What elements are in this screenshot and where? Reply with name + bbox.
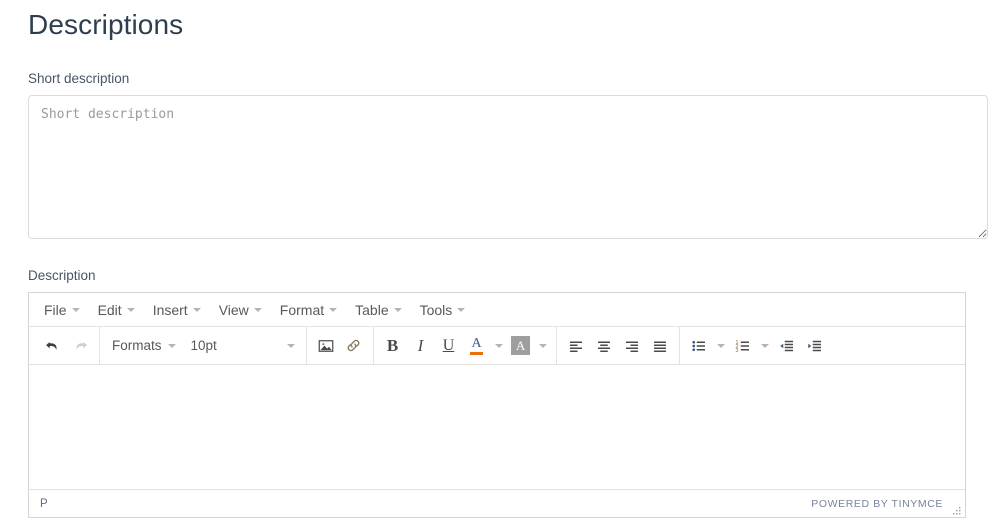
align-left-icon	[569, 341, 582, 352]
align-right-button[interactable]	[618, 332, 646, 359]
toolbar-group-alignment	[557, 327, 679, 364]
text-color-icon: A	[470, 335, 484, 355]
bullet-list-icon	[691, 340, 705, 351]
italic-button[interactable]: I	[407, 332, 435, 359]
bullet-list-button[interactable]	[685, 332, 713, 359]
menu-table[interactable]: Table	[346, 298, 410, 322]
insert-image-button[interactable]	[312, 332, 340, 359]
bold-icon: B	[386, 335, 399, 355]
fontsize-select[interactable]: 10pt	[183, 334, 301, 358]
image-icon	[318, 339, 333, 352]
toolbar-group-lists: 1 2 3	[680, 327, 834, 364]
tinymce-branding[interactable]: POWERED BY TINYMCE	[811, 498, 943, 510]
italic-icon: I	[417, 335, 424, 355]
forecolor-button[interactable]: A	[463, 332, 491, 359]
chevron-down-icon	[538, 343, 547, 348]
toolbar-group-text-style: B I U A A	[374, 327, 556, 364]
link-icon	[347, 339, 360, 352]
editor-menubar: File Edit Insert View Format Table Tools	[29, 293, 965, 327]
align-right-icon	[625, 341, 638, 352]
chevron-down-icon	[167, 343, 176, 348]
align-center-icon	[597, 341, 610, 352]
descriptions-page: Descriptions Short description Descripti…	[0, 0, 990, 522]
numbered-list-button[interactable]: 1 2 3	[729, 332, 757, 359]
menu-tools[interactable]: Tools	[411, 298, 475, 322]
menu-insert-label: Insert	[152, 301, 188, 318]
editor-statusbar: P POWERED BY TINYMCE	[29, 489, 965, 517]
page-title: Descriptions	[28, 9, 184, 40]
align-center-button[interactable]	[590, 332, 618, 359]
chevron-down-icon	[286, 343, 295, 348]
description-label: Description	[28, 268, 96, 283]
menu-tools-label: Tools	[419, 301, 453, 318]
numbered-list-dropdown[interactable]	[757, 332, 773, 359]
underline-icon: U	[442, 336, 455, 354]
chevron-down-icon	[192, 307, 201, 312]
outdent-icon	[779, 340, 793, 351]
short-description-input[interactable]	[28, 95, 988, 239]
underline-button[interactable]: U	[435, 332, 463, 359]
menu-edit[interactable]: Edit	[89, 298, 144, 322]
toolbar-group-format-select: Formats 10pt	[100, 327, 306, 364]
menu-view-label: View	[218, 301, 249, 318]
backcolor-dropdown[interactable]	[535, 332, 551, 359]
menu-insert[interactable]: Insert	[144, 298, 210, 322]
toolbar-group-insert	[307, 327, 373, 364]
bold-button[interactable]: B	[379, 332, 407, 359]
backcolor-button[interactable]: A	[507, 332, 535, 359]
outdent-button[interactable]	[773, 332, 801, 359]
menu-format[interactable]: Format	[271, 298, 346, 322]
menu-file[interactable]: File	[35, 298, 89, 322]
forecolor-dropdown[interactable]	[491, 332, 507, 359]
forecolor-letter: A	[471, 335, 482, 351]
editor-content-area[interactable]	[29, 365, 965, 489]
chevron-down-icon	[393, 307, 402, 312]
tinymce-editor: File Edit Insert View Format Table Tools…	[28, 292, 966, 518]
fontsize-value: 10pt	[190, 337, 217, 353]
menu-table-label: Table	[355, 301, 389, 318]
chevron-down-icon	[494, 343, 503, 348]
chevron-down-icon	[760, 343, 769, 348]
background-color-icon: A	[511, 336, 531, 355]
chevron-down-icon	[126, 307, 135, 312]
toolbar-group-history	[33, 327, 99, 364]
chevron-down-icon	[329, 307, 338, 312]
menu-view[interactable]: View	[210, 298, 271, 322]
align-left-button[interactable]	[562, 332, 590, 359]
chevron-down-icon	[253, 307, 262, 312]
svg-text:3: 3	[735, 348, 738, 354]
menu-format-label: Format	[279, 301, 325, 318]
indent-icon	[807, 340, 821, 351]
chevron-down-icon	[457, 307, 466, 312]
editor-toolbar: Formats 10pt B I U A A 1 2 3	[29, 327, 965, 365]
redo-icon	[75, 341, 87, 350]
align-justify-button[interactable]	[646, 332, 674, 359]
numbered-list-icon: 1 2 3	[735, 339, 749, 354]
element-path[interactable]: P	[40, 498, 48, 510]
indent-button[interactable]	[801, 332, 829, 359]
menu-edit-label: Edit	[97, 301, 122, 318]
forecolor-swatch	[470, 351, 484, 355]
backcolor-letter: A	[515, 337, 526, 353]
short-description-field	[28, 95, 988, 239]
formats-dropdown[interactable]: Formats	[105, 334, 183, 358]
undo-icon	[45, 341, 57, 350]
chevron-down-icon	[71, 307, 80, 312]
short-description-label: Short description	[28, 71, 130, 86]
undo-button[interactable]	[38, 332, 66, 359]
resize-handle-icon[interactable]	[951, 503, 962, 515]
redo-button[interactable]	[66, 332, 94, 359]
formats-label: Formats	[112, 337, 162, 353]
menu-file-label: File	[44, 301, 67, 318]
insert-link-button[interactable]	[340, 332, 368, 359]
align-justify-icon	[653, 341, 666, 352]
chevron-down-icon	[716, 343, 725, 348]
bullet-list-dropdown[interactable]	[713, 332, 729, 359]
